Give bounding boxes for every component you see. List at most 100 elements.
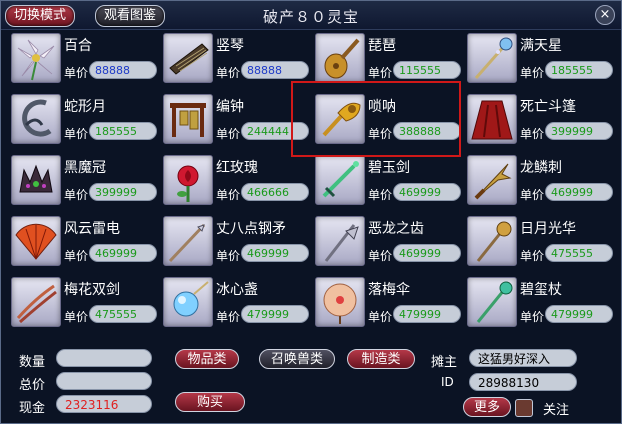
item-name: 死亡斗篷 — [520, 99, 576, 115]
price-value: 469999 — [545, 183, 613, 201]
item-name: 百合 — [64, 38, 92, 54]
price-label: 单价 — [216, 66, 241, 80]
item-slot[interactable]: 死亡斗篷 单价 399999 — [465, 92, 613, 150]
ice-orb-icon[interactable] — [163, 277, 213, 327]
item-name: 丈八点钢矛 — [216, 221, 286, 237]
mace-icon[interactable] — [467, 216, 517, 266]
umbrella-icon[interactable] — [315, 277, 365, 327]
price-label: 单价 — [216, 127, 241, 141]
item-slot[interactable]: 恶龙之齿单价 469999 — [313, 214, 461, 272]
item-name: 碧玉剑 — [368, 160, 410, 176]
price-value: 115555 — [393, 61, 461, 79]
pipa-icon[interactable] — [315, 33, 365, 83]
item-slot[interactable]: 龙鳞刺 单价 469999 — [465, 153, 613, 211]
price-value: 466666 — [241, 183, 309, 201]
price-value: 469999 — [89, 244, 157, 262]
spike-icon[interactable] — [467, 155, 517, 205]
price-label: 单价 — [216, 310, 241, 324]
item-slot[interactable]: 蛇形月 单价 185555 — [9, 92, 157, 150]
item-name: 日月光华 — [520, 221, 576, 237]
price-value: 185555 — [545, 61, 613, 79]
item-slot[interactable]: 梅花双剑 单价 475555 — [9, 275, 157, 333]
price-value: 479999 — [393, 305, 461, 323]
twin-blades-icon[interactable] — [11, 277, 61, 327]
item-slot[interactable]: 竖琴 单价 88888 — [161, 31, 309, 89]
price-value: 469999 — [393, 244, 461, 262]
staff-icon[interactable] — [467, 33, 517, 83]
cash-label: 现金 — [19, 401, 46, 416]
price-value: 479999 — [545, 305, 613, 323]
item-name: 落梅伞 — [368, 282, 410, 298]
title-bar: 切换模式 观看图鉴 破产８０灵宝 × — [1, 1, 621, 30]
price-label: 单价 — [368, 188, 393, 202]
item-name: 风云雷电 — [64, 221, 120, 237]
fan-icon[interactable] — [11, 216, 61, 266]
more-button[interactable]: 更多 — [463, 397, 511, 417]
item-slot[interactable]: 黑魔冠 单价 399999 — [9, 153, 157, 211]
price-value: 88888 — [89, 61, 157, 79]
id-label: ID — [441, 375, 454, 389]
item-slot[interactable]: 碧玉剑单价 469999 — [313, 153, 461, 211]
close-button[interactable]: × — [595, 5, 615, 25]
item-name: 碧玺杖 — [520, 282, 562, 298]
cash-field: 2323116 — [56, 395, 152, 413]
crown-icon[interactable] — [11, 155, 61, 205]
item-slot[interactable]: 丈八点钢矛 单价 469999 — [161, 214, 309, 272]
serpent-moon-icon[interactable] — [11, 94, 61, 144]
chime-bells-icon[interactable] — [163, 94, 213, 144]
price-value: 185555 — [89, 122, 157, 140]
item-name: 冰心盏 — [216, 282, 258, 298]
follow-checkbox[interactable] — [515, 399, 533, 417]
price-label: 单价 — [520, 66, 545, 80]
seller-label: 摊主 — [431, 355, 458, 370]
price-label: 单价 — [216, 188, 241, 202]
item-slot[interactable]: 日月光华 单价 475555 — [465, 214, 613, 272]
selection-highlight — [291, 81, 461, 157]
halberd-icon[interactable] — [315, 216, 365, 266]
item-slot[interactable]: 冰心盏单价 479999 — [161, 275, 309, 333]
item-name: 恶龙之齿 — [368, 221, 424, 237]
id-field: 28988130 — [469, 373, 577, 391]
item-slot[interactable]: 编钟 单价 244444 — [161, 92, 309, 150]
item-slot[interactable]: 红玫瑰 单价 466666 — [161, 153, 309, 211]
price-value: 399999 — [89, 183, 157, 201]
item-slot[interactable]: 碧玺杖 单价 479999 — [465, 275, 613, 333]
price-label: 单价 — [368, 249, 393, 263]
price-label: 单价 — [368, 310, 393, 324]
tab-crafting-button[interactable]: 制造类 — [347, 349, 415, 369]
item-name: 琵琶 — [368, 38, 396, 54]
price-value: 469999 — [241, 244, 309, 262]
tab-items-button[interactable]: 物品类 — [175, 349, 239, 369]
price-label: 单价 — [368, 66, 393, 80]
tab-pets-button[interactable]: 召唤兽类 — [259, 349, 335, 369]
seller-name-field: 这猛男好深入 — [469, 349, 577, 367]
scepter-icon[interactable] — [467, 277, 517, 327]
harp-icon[interactable] — [163, 33, 213, 83]
item-slot[interactable]: 满天星 单价 185555 — [465, 31, 613, 89]
spear-icon[interactable] — [163, 216, 213, 266]
item-slot[interactable]: 风云雷电 单价 469999 — [9, 214, 157, 272]
follow-label: 关注 — [543, 403, 570, 418]
buy-button[interactable]: 购买 — [175, 392, 245, 412]
lily-icon[interactable] — [11, 33, 61, 83]
price-value: 469999 — [393, 183, 461, 201]
total-label: 总价 — [19, 378, 46, 393]
price-value: 475555 — [545, 244, 613, 262]
item-slot[interactable]: 百合单价 88888 — [9, 31, 157, 89]
rose-icon[interactable] — [163, 155, 213, 205]
price-label: 单价 — [64, 66, 89, 80]
cloak-icon[interactable] — [467, 94, 517, 144]
item-slot[interactable]: 落梅伞单价 479999 — [313, 275, 461, 333]
price-label: 单价 — [64, 127, 89, 141]
shop-window: 切换模式 观看图鉴 破产８０灵宝 × 百合 单价 88888 竖琴 单价 88888 琵琶单… — [0, 0, 622, 424]
price-value: 479999 — [241, 305, 309, 323]
price-value: 475555 — [89, 305, 157, 323]
quantity-label: 数量 — [19, 355, 46, 370]
price-value: 399999 — [545, 122, 613, 140]
window-title: 破产８０灵宝 — [262, 8, 359, 26]
price-label: 单价 — [64, 310, 89, 324]
sword-icon[interactable] — [315, 155, 365, 205]
price-label: 单价 — [64, 188, 89, 202]
price-label: 单价 — [520, 188, 545, 202]
quantity-field[interactable] — [56, 349, 152, 367]
